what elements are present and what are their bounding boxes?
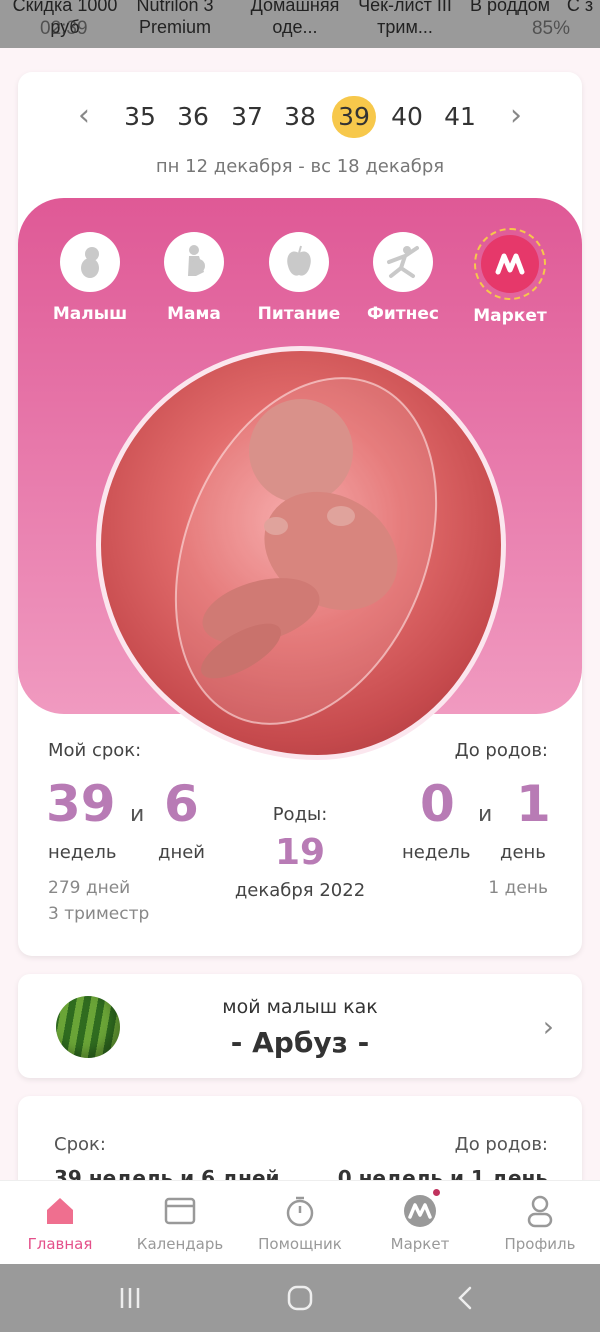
baby-size-card[interactable]: мой малыш как - Арбуз - › [18, 974, 582, 1078]
recent-apps-button[interactable] [100, 1280, 160, 1316]
week-item[interactable]: 37 [225, 96, 269, 138]
week-date-range: пн 12 декабря - вс 18 декабря [155, 156, 445, 177]
week-item-active[interactable]: 39 [332, 96, 376, 138]
summary-term-label: Срок: [54, 1134, 106, 1155]
remaining-weeks-unit: недель [402, 842, 471, 863]
nav-label: Календарь [136, 1235, 224, 1253]
week-item[interactable]: 38 [278, 96, 322, 138]
market-highlight-ring [474, 228, 546, 300]
term-trimester: 3 триместр [48, 904, 150, 924]
remaining-days-unit: день [500, 842, 546, 863]
tab-item[interactable]: Nutrilon 3 Premium [120, 0, 230, 38]
calendar-icon [160, 1191, 200, 1231]
notification-dot [431, 1187, 442, 1198]
week-selector: ‹ 35 36 37 38 39 40 41 › [18, 92, 582, 142]
birth-label: Роды: [272, 804, 328, 825]
baby-size-prefix: мой малыш как [222, 996, 378, 1018]
system-navigation-bar [0, 1264, 600, 1332]
back-button[interactable] [436, 1280, 496, 1316]
apple-icon [269, 232, 329, 292]
week-item[interactable]: 40 [385, 96, 429, 138]
baby-size-fruit: - Арбуз - [230, 1026, 370, 1059]
tab-item[interactable]: В роддом [455, 0, 565, 16]
home-button[interactable] [270, 1280, 330, 1316]
prev-week-button[interactable]: ‹ [64, 98, 104, 138]
week-item[interactable]: 35 [118, 96, 162, 138]
category-nutrition[interactable]: Питание [247, 228, 351, 324]
category-baby[interactable]: Малыш [38, 228, 142, 324]
bottom-navigation: Главная Календарь Помощник Маркет Профил… [0, 1180, 600, 1264]
nav-label: Профиль [504, 1235, 576, 1253]
mom-icon [164, 232, 224, 292]
remaining-weeks: 0 [420, 775, 455, 833]
home-icon [40, 1191, 80, 1231]
nav-home[interactable]: Главная [0, 1191, 120, 1253]
week-item[interactable]: 41 [438, 96, 482, 138]
category-label: Фитнес [367, 304, 439, 324]
nav-label: Помощник [258, 1235, 342, 1253]
market-icon [481, 235, 539, 293]
status-bar: Скидка 1000 руб Nutrilon 3 Premium Домаш… [0, 0, 600, 48]
category-label: Питание [257, 304, 341, 324]
category-market[interactable]: Маркет [458, 228, 562, 326]
nav-assistant[interactable]: Помощник [240, 1191, 360, 1253]
nav-label: Главная [27, 1235, 93, 1253]
category-label: Маркет [473, 306, 547, 326]
nav-profile[interactable]: Профиль [480, 1191, 600, 1253]
pregnancy-card: ‹ 35 36 37 38 39 40 41 › пн 12 декабря -… [18, 72, 582, 956]
week-item[interactable]: 36 [171, 96, 215, 138]
nav-market[interactable]: Маркет [360, 1187, 480, 1253]
tab-item[interactable]: С з [560, 0, 600, 16]
remaining-days: 1 [516, 775, 551, 833]
remaining-and: и [478, 802, 493, 827]
category-fitness[interactable]: Фитнес [351, 228, 455, 324]
battery-level: 85% [531, 18, 570, 39]
term-label: Мой срок: [48, 740, 142, 761]
remaining-total-days: 1 день [488, 878, 548, 898]
tab-item[interactable]: Чек-лист III трим... [350, 0, 460, 38]
nav-calendar[interactable]: Календарь [120, 1191, 240, 1253]
remaining-label: До родов: [454, 740, 548, 761]
browser-tabs: Скидка 1000 руб Nutrilon 3 Premium Домаш… [0, 0, 600, 42]
next-week-button[interactable]: › [496, 98, 536, 138]
category-label: Мама [167, 304, 221, 324]
tab-item[interactable]: Домашняя оде... [240, 0, 350, 38]
clock: 02:39 [40, 18, 88, 39]
birth-day: 19 [274, 832, 326, 873]
nav-label: Маркет [390, 1235, 450, 1253]
market-icon [400, 1187, 442, 1231]
profile-icon [520, 1191, 560, 1231]
baby-icon [60, 232, 120, 292]
timer-icon [280, 1191, 320, 1231]
chevron-right-icon: › [542, 1010, 554, 1043]
summary-remaining-label: До родов: [454, 1134, 548, 1155]
category-label: Малыш [52, 304, 128, 324]
category-mom[interactable]: Мама [142, 228, 246, 324]
fitness-icon [373, 232, 433, 292]
